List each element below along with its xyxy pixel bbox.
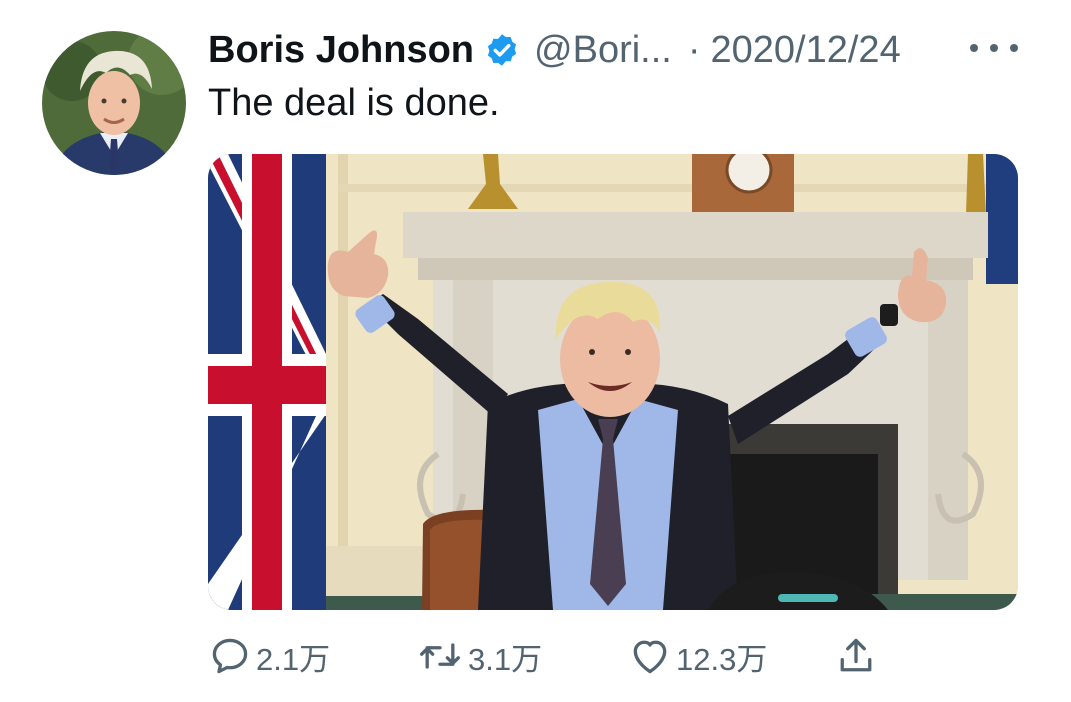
author-handle[interactable]: @Bori... [534,29,672,72]
like-count: 12.3万 [676,641,768,677]
share-icon [834,634,878,678]
tweet-date[interactable]: 2020/12/24 [711,29,901,72]
reply-icon [208,634,252,678]
reply-count: 2.1万 [256,641,331,677]
retweet-count: 3.1万 [468,641,543,677]
like-button[interactable]: 12.3万 [628,634,767,678]
verified-badge-icon [484,32,520,68]
tweet-actions: 2.1万 3.1万 12.3万 [208,634,908,678]
tweet-header: Boris Johnson @Bori... · 2020/12/24 [208,26,901,74]
retweet-button[interactable]: 3.1万 [416,634,542,678]
author-name[interactable]: Boris Johnson [208,29,474,72]
heart-icon [628,634,672,678]
share-button[interactable] [834,634,878,678]
header-separator: · [687,28,701,71]
reply-button[interactable]: 2.1万 [208,634,330,678]
author-avatar[interactable] [42,31,186,175]
tweet-text: The deal is done. [208,82,500,124]
retweet-icon [416,634,464,678]
tweet-card[interactable]: Boris Johnson @Bori... · 2020/12/24 The … [0,0,1071,702]
tweet-photo[interactable] [208,154,1018,610]
more-options-icon[interactable] [970,30,1018,66]
